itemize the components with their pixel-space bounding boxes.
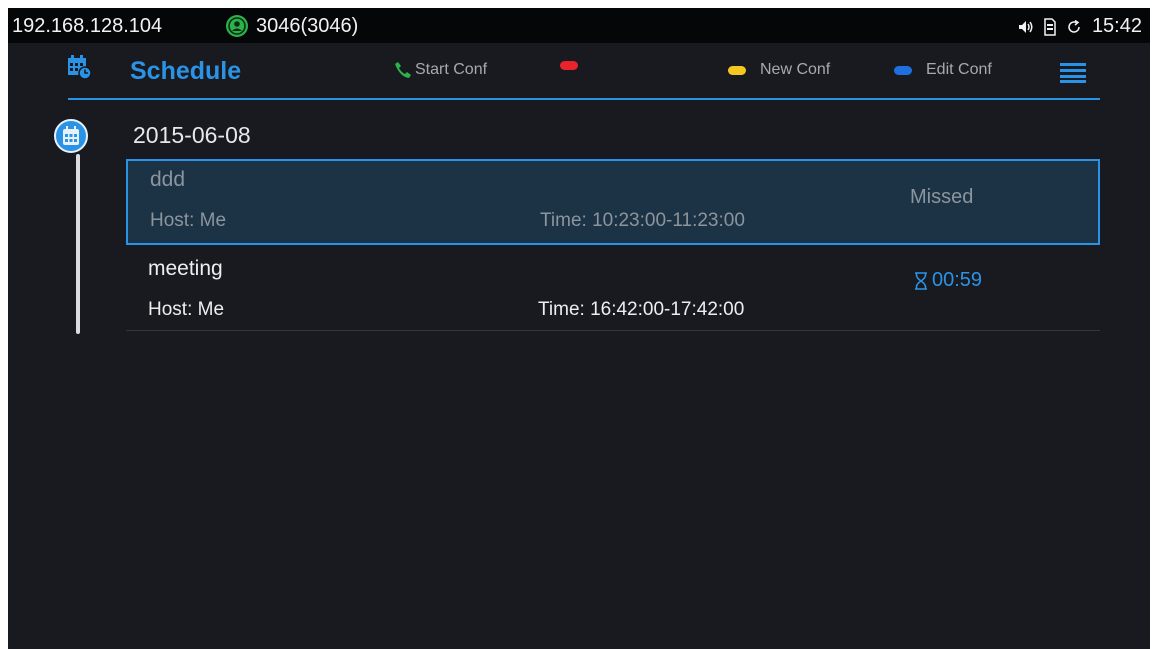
new-conf-label: New Conf [760,61,831,78]
meeting-name: ddd [150,168,186,191]
red-key-indicator [560,61,578,70]
status-bar: 192.168.128.104 3046(3046) 15:42 [8,8,1150,43]
menu-icon[interactable] [1060,63,1086,83]
blue-key-indicator [894,65,912,75]
meeting-status: Missed [910,186,974,208]
ip-address: 192.168.128.104 [12,15,163,37]
header: Schedule Start Conf New Conf Edit Conf [8,43,1150,101]
countdown-value: 00:59 [932,269,983,291]
clock: 15:42 [1091,15,1142,37]
account-label: 3046(3046) [256,15,359,37]
start-conf-label: Start Conf [415,61,488,78]
hourglass-icon [915,271,927,290]
page-title: Schedule [130,57,242,85]
timeline-calendar-icon [54,119,88,153]
sync-icon [1068,19,1080,33]
start-conf-softkey[interactable]: Start Conf [394,61,487,79]
meeting-item[interactable]: ddd Host: Me Time: 10:23:00-11:23:00 Mis… [126,159,1100,245]
schedule-calendar-icon [68,55,92,80]
meeting-countdown: 00:59 [914,269,982,292]
meeting-time: Time: 16:42:00-17:42:00 [538,299,745,320]
meeting-item[interactable]: meeting Host: Me Time: 16:42:00-17:42:00… [126,250,1100,331]
sd-card-icon [1044,17,1056,36]
meeting-host: Host: Me [148,299,225,320]
screen: 192.168.128.104 3046(3046) 15:42 Schedul… [8,8,1150,649]
timeline-line [76,154,80,334]
meeting-time: Time: 10:23:00-11:23:00 [540,210,745,231]
yellow-key-indicator [728,65,746,75]
edit-conf-softkey[interactable]: Edit Conf [894,61,992,79]
red-softkey[interactable] [560,61,592,70]
schedule-date: 2015-06-08 [133,122,251,148]
meeting-name: meeting [148,257,223,280]
new-conf-softkey[interactable]: New Conf [728,61,830,79]
status-icons: 15:42 [1018,15,1142,38]
account-icon [226,15,248,37]
phone-icon [395,62,411,78]
volume-icon [1018,20,1033,33]
header-divider [68,98,1100,100]
meeting-host: Host: Me [150,210,227,231]
edit-conf-label: Edit Conf [926,61,992,78]
